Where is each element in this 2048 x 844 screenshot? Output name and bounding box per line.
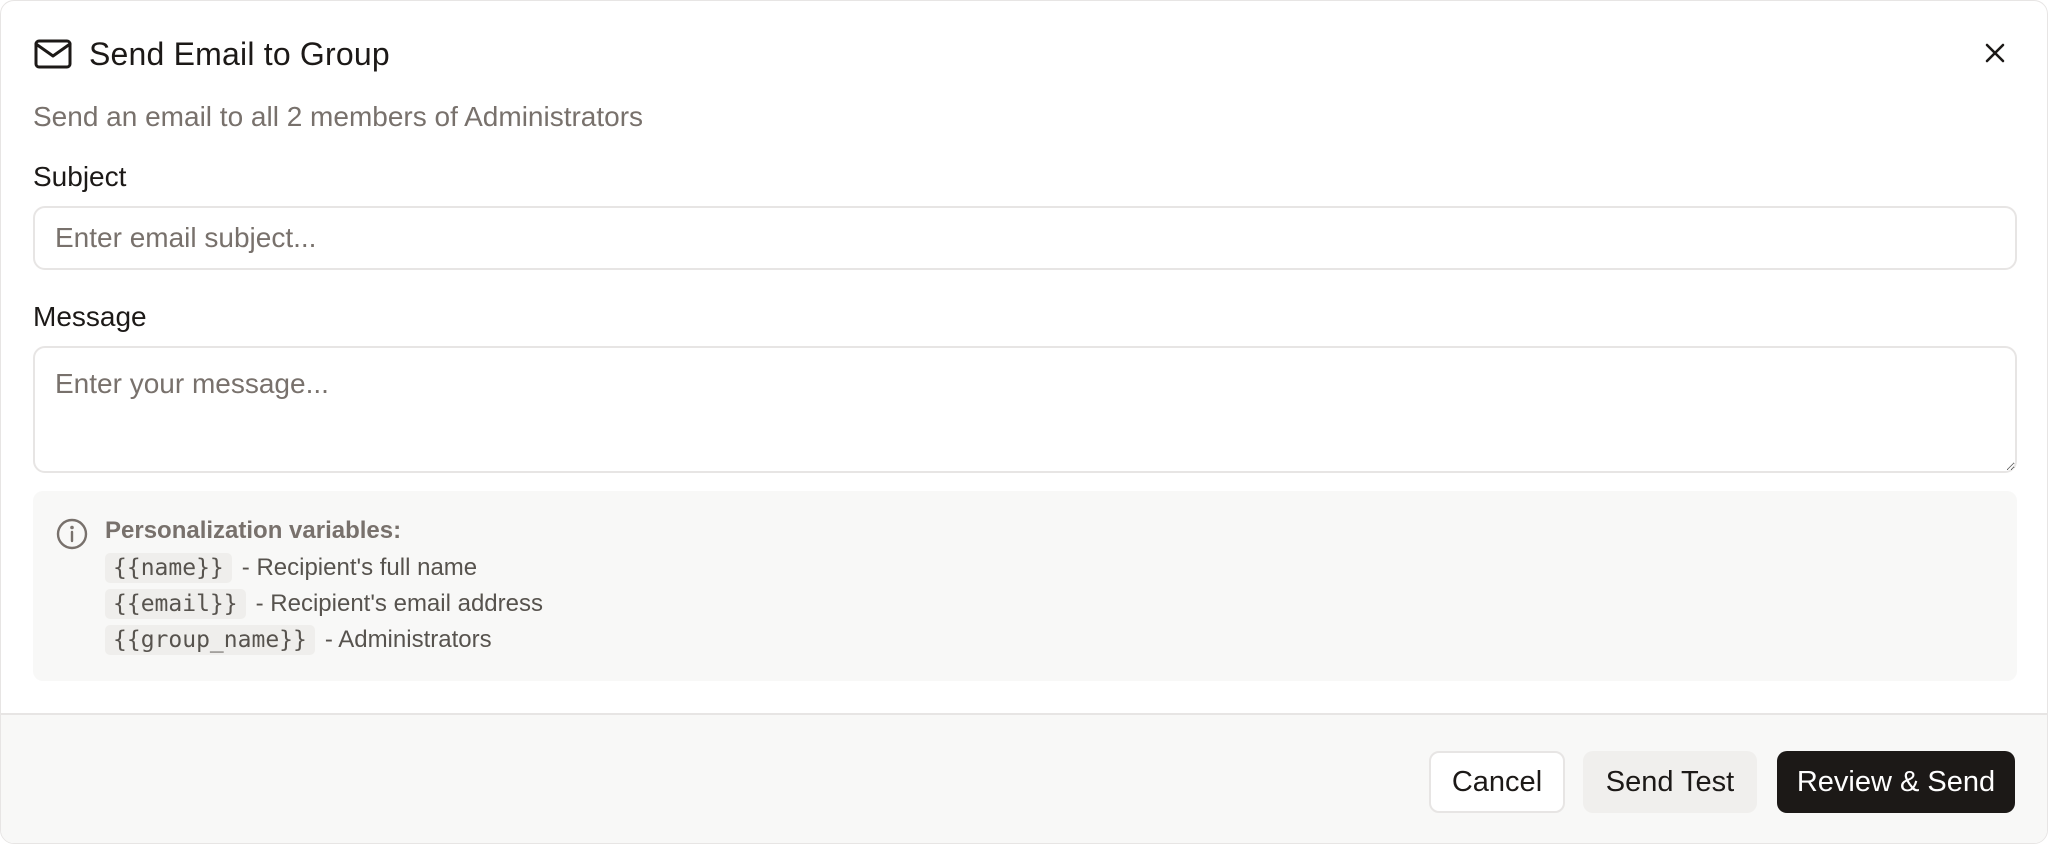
send-test-button[interactable]: Send Test bbox=[1583, 751, 1757, 813]
message-textarea[interactable] bbox=[33, 346, 2017, 473]
dialog-subtitle: Send an email to all 2 members of Admini… bbox=[33, 101, 644, 132]
dialog-title: Send Email to Group bbox=[89, 35, 390, 72]
cancel-button[interactable]: Cancel bbox=[1429, 751, 1565, 813]
close-button[interactable] bbox=[1975, 33, 2015, 73]
variable-description: - Recipient's email address bbox=[255, 590, 543, 617]
variables-title: Personalization variables: bbox=[105, 517, 402, 544]
subject-input[interactable] bbox=[33, 206, 2017, 270]
send-email-dialog: Send Email to Group Send an email to all… bbox=[0, 0, 2048, 844]
variable-code: {{name}} bbox=[105, 553, 232, 583]
variable-item: {{email}} - Recipient's email address bbox=[105, 589, 543, 619]
variable-item: {{name}} - Recipient's full name bbox=[105, 553, 477, 583]
dialog-footer: Cancel Send Test Review & Send bbox=[1, 713, 2047, 843]
message-label: Message bbox=[33, 301, 147, 332]
variable-description: - Recipient's full name bbox=[241, 554, 478, 581]
title-row: Send Email to Group bbox=[33, 33, 2015, 75]
variable-description: - Administrators bbox=[324, 626, 492, 653]
variable-code: {{group_name}} bbox=[105, 625, 315, 655]
personalization-variables-panel: Personalization variables: {{name}} - Re… bbox=[33, 491, 2017, 681]
dialog-header: Send Email to Group Send an email to all… bbox=[33, 33, 2015, 131]
mail-icon bbox=[33, 34, 73, 74]
review-and-send-button[interactable]: Review & Send bbox=[1777, 751, 2015, 813]
subject-label: Subject bbox=[33, 161, 127, 192]
variable-item: {{group_name}} - Administrators bbox=[105, 625, 492, 655]
variable-code: {{email}} bbox=[105, 589, 246, 619]
info-icon bbox=[55, 517, 89, 551]
close-icon bbox=[1985, 43, 2005, 63]
